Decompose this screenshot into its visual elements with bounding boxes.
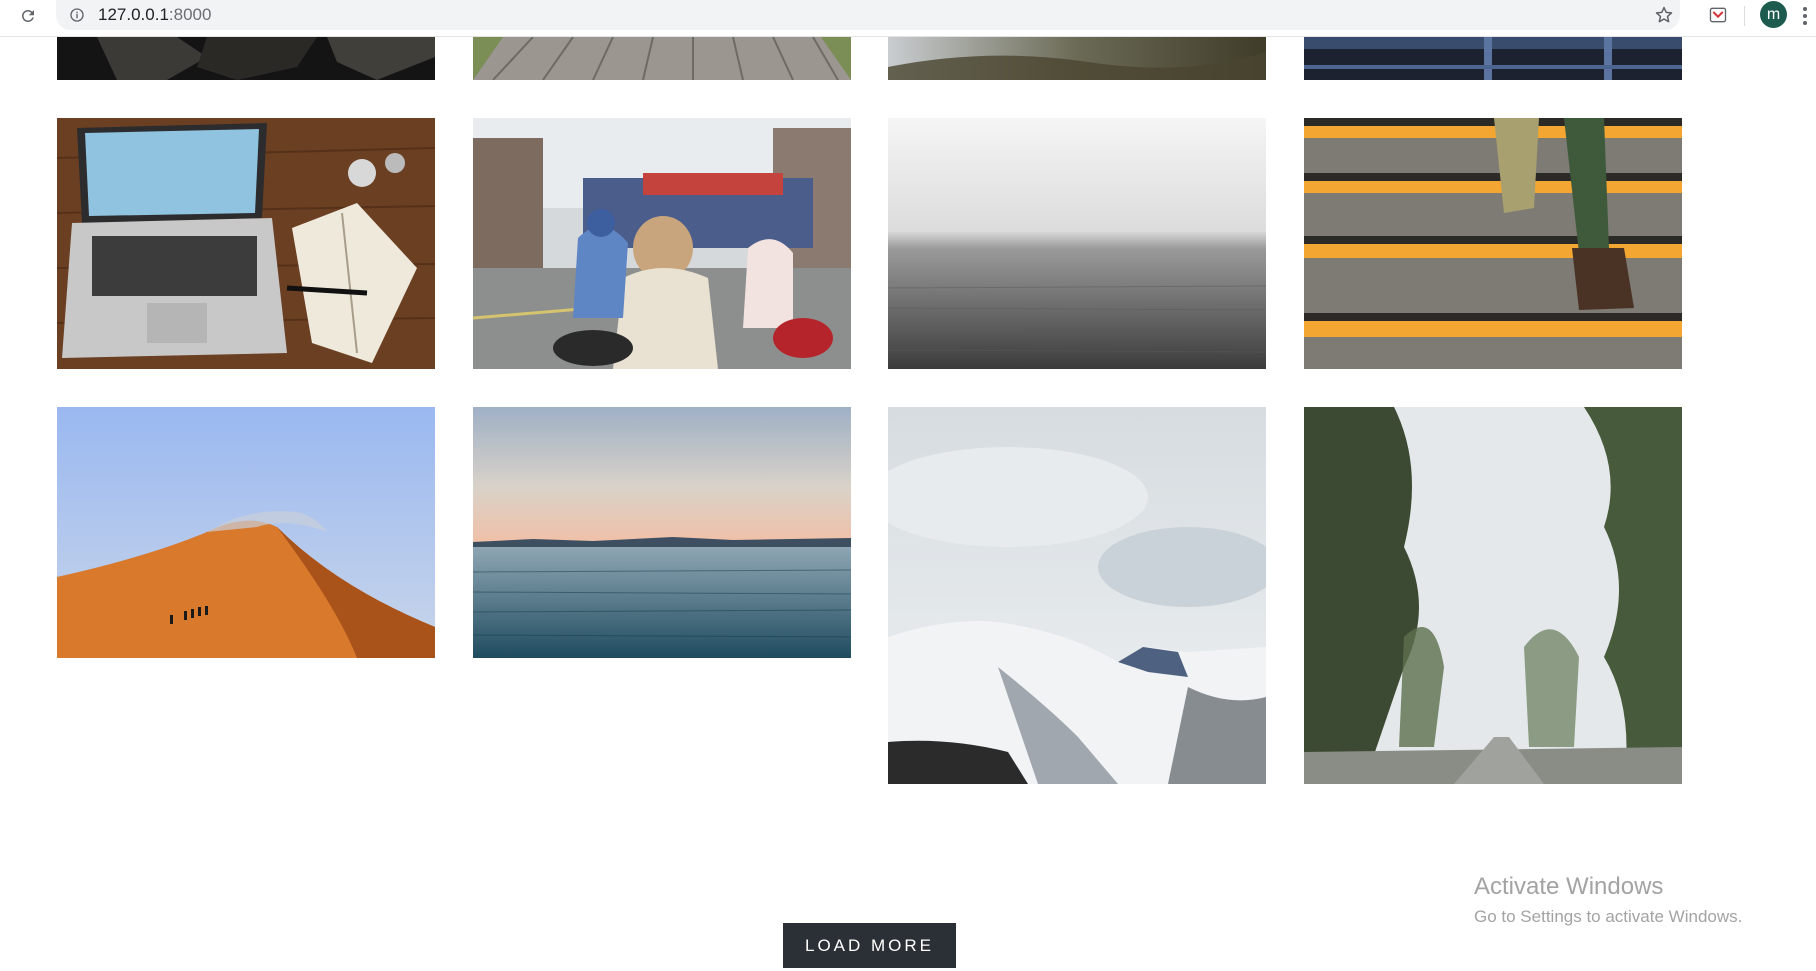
photo-foggy-tree-road[interactable]	[1304, 407, 1682, 784]
bookmark-star-icon[interactable]	[1652, 3, 1676, 27]
photo-blue-railing[interactable]	[1304, 37, 1682, 80]
url-port: :8000	[168, 5, 212, 24]
pocket-extension-icon[interactable]	[1706, 3, 1730, 27]
browser-toolbar: 127.0.0.1:8000 m	[0, 0, 1816, 37]
photo-laptop-desk[interactable]	[57, 118, 435, 369]
photo-scooter-street[interactable]	[473, 118, 851, 369]
photo-calm-sea[interactable]	[473, 407, 851, 658]
watermark-title: Activate Windows	[1474, 873, 1664, 900]
photo-rocks[interactable]	[57, 37, 435, 80]
photo-gallery: LOAD MORE Activate Windows Go to Setting…	[0, 37, 1816, 971]
profile-avatar[interactable]: m	[1760, 1, 1787, 28]
photo-snowy-mountains[interactable]	[888, 407, 1266, 784]
photo-sand-dune[interactable]	[57, 407, 435, 658]
photo-yellow-stairs[interactable]	[1304, 118, 1682, 369]
photo-foggy-sea[interactable]	[888, 118, 1266, 369]
url-host: 127.0.0.1	[98, 5, 169, 24]
watermark-subtitle: Go to Settings to activate Windows.	[1474, 907, 1743, 926]
activate-windows-watermark: Activate Windows Go to Settings to activ…	[1474, 873, 1742, 927]
url-text[interactable]: 127.0.0.1:8000	[98, 5, 211, 25]
photo-misty-slope[interactable]	[888, 37, 1266, 80]
kebab-menu-icon[interactable]	[1800, 4, 1810, 28]
info-icon[interactable]	[68, 6, 86, 24]
reload-icon[interactable]	[16, 4, 40, 28]
load-more-button[interactable]: LOAD MORE	[783, 923, 956, 968]
toolbar-separator	[1744, 6, 1745, 26]
address-bar[interactable]: 127.0.0.1:8000	[56, 0, 1680, 30]
photo-boardwalk[interactable]	[473, 37, 851, 80]
